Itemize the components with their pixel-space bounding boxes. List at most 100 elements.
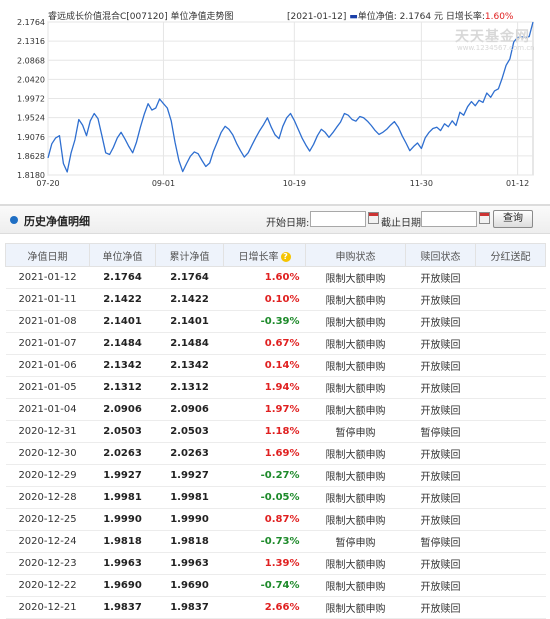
chart-title: 睿远成长价值混合C[007120] 单位净值走势图 bbox=[48, 12, 234, 22]
y-tick-label: 2.1764 bbox=[17, 18, 45, 27]
end-calendar-icon[interactable] bbox=[479, 212, 490, 224]
cell-date: 2020-12-25 bbox=[5, 508, 90, 531]
cell-acc-nav: 2.0503 bbox=[155, 420, 224, 443]
cell-acc-nav: 2.1764 bbox=[155, 266, 224, 289]
cell-daily-growth: 1.97% bbox=[223, 398, 306, 421]
x-tick-label: 01-12 bbox=[506, 179, 529, 188]
cell-date: 2021-01-06 bbox=[5, 354, 90, 377]
cell-daily-growth: 0.14% bbox=[223, 354, 306, 377]
cell-date: 2021-01-07 bbox=[5, 332, 90, 355]
table-row: 2021-01-12 2.1764 2.1764 1.60% 限制大额申购 开放赎回 bbox=[5, 266, 546, 289]
cell-unit-nav: 1.9690 bbox=[89, 574, 156, 597]
cell-redeem-status: 开放赎回 bbox=[405, 266, 476, 289]
cell-purchase-status: 限制大额申购 bbox=[305, 508, 406, 531]
cell-date: 2021-01-11 bbox=[5, 288, 90, 311]
cell-dividend bbox=[475, 464, 546, 487]
nav-legend-marker: ▬ bbox=[349, 12, 358, 22]
cell-daily-growth: -0.05% bbox=[223, 486, 306, 509]
cell-daily-growth: 2.66% bbox=[223, 596, 306, 619]
cell-dividend bbox=[475, 288, 546, 311]
header-unit-nav: 单位净值 bbox=[89, 243, 156, 267]
section-bullet-icon bbox=[10, 216, 18, 224]
cell-date: 2021-01-05 bbox=[5, 376, 90, 399]
cell-acc-nav: 1.9990 bbox=[155, 508, 224, 531]
site-watermark-url: www.1234567.com.cn bbox=[457, 44, 535, 52]
cell-acc-nav: 1.9818 bbox=[155, 530, 224, 553]
chart-info-growth-value: 1.60% bbox=[484, 12, 514, 22]
cell-unit-nav: 2.1764 bbox=[89, 266, 156, 289]
cell-redeem-status: 开放赎回 bbox=[405, 332, 476, 355]
cell-daily-growth: -0.27% bbox=[223, 464, 306, 487]
cell-purchase-status: 限制大额申购 bbox=[305, 596, 406, 619]
cell-acc-nav: 2.0906 bbox=[155, 398, 224, 421]
cell-acc-nav: 2.1422 bbox=[155, 288, 224, 311]
cell-unit-nav: 2.0263 bbox=[89, 442, 156, 465]
cell-acc-nav: 2.1484 bbox=[155, 332, 224, 355]
y-tick-label: 2.0420 bbox=[17, 75, 45, 84]
header-nav-date: 净值日期 bbox=[5, 243, 90, 267]
chart-info: [2021-01-12] ▬单位净值: 2.1764 元 日增长率:1.60% bbox=[287, 9, 513, 22]
cell-redeem-status: 开放赎回 bbox=[405, 486, 476, 509]
y-tick-label: 1.9972 bbox=[17, 95, 45, 104]
table-row: 2021-01-07 2.1484 2.1484 0.67% 限制大额申购 开放赎回 bbox=[5, 332, 546, 355]
cell-purchase-status: 限制大额申购 bbox=[305, 574, 406, 597]
chart-info-nav: 单位净值: 2.1764 元 bbox=[357, 12, 443, 22]
cell-acc-nav: 2.1342 bbox=[155, 354, 224, 377]
cell-redeem-status: 暂停赎回 bbox=[405, 530, 476, 553]
cell-daily-growth: 1.69% bbox=[223, 442, 306, 465]
start-date-input[interactable] bbox=[310, 211, 366, 227]
cell-unit-nav: 2.0906 bbox=[89, 398, 156, 421]
x-tick-label: 10-19 bbox=[283, 179, 306, 188]
cell-acc-nav: 2.1312 bbox=[155, 376, 224, 399]
cell-dividend bbox=[475, 530, 546, 553]
cell-purchase-status: 限制大额申购 bbox=[305, 288, 406, 311]
cell-purchase-status: 限制大额申购 bbox=[305, 354, 406, 377]
cell-acc-nav: 2.1401 bbox=[155, 310, 224, 333]
cell-acc-nav: 1.9837 bbox=[155, 596, 224, 619]
y-tick-label: 1.9524 bbox=[17, 114, 45, 123]
cell-daily-growth: 1.60% bbox=[223, 266, 306, 289]
cell-acc-nav: 2.0263 bbox=[155, 442, 224, 465]
cell-redeem-status: 开放赎回 bbox=[405, 398, 476, 421]
cell-dividend bbox=[475, 354, 546, 377]
y-tick-label: 1.8628 bbox=[17, 152, 45, 161]
cell-dividend bbox=[475, 596, 546, 619]
table-row: 2021-01-11 2.1422 2.1422 0.10% 限制大额申购 开放赎回 bbox=[5, 288, 546, 311]
y-tick-label: 1.9076 bbox=[17, 133, 45, 142]
x-tick-label: 11-30 bbox=[410, 179, 433, 188]
cell-dividend bbox=[475, 332, 546, 355]
table-row: 2020-12-22 1.9690 1.9690 -0.74% 限制大额申购 开放赎回 bbox=[5, 574, 546, 597]
cell-purchase-status: 限制大额申购 bbox=[305, 442, 406, 465]
cell-unit-nav: 2.1342 bbox=[89, 354, 156, 377]
chart-info-growth-label: 日增长率: bbox=[445, 12, 485, 22]
cell-redeem-status: 开放赎回 bbox=[405, 574, 476, 597]
cell-daily-growth: 1.18% bbox=[223, 420, 306, 443]
nav-trend-chart: 2.1764 2.1316 2.0868 2.0420 1.9972 1.9524 1.90… bbox=[0, 0, 550, 196]
cell-unit-nav: 2.1484 bbox=[89, 332, 156, 355]
cell-redeem-status: 开放赎回 bbox=[405, 596, 476, 619]
help-icon[interactable]: ? bbox=[280, 251, 291, 262]
end-date-input[interactable] bbox=[421, 211, 477, 227]
table-row: 2020-12-23 1.9963 1.9963 1.39% 限制大额申购 开放赎回 bbox=[5, 552, 546, 575]
start-calendar-icon[interactable] bbox=[368, 212, 379, 224]
cell-purchase-status: 暂停申购 bbox=[305, 420, 406, 443]
cell-purchase-status: 限制大额申购 bbox=[305, 398, 406, 421]
end-date-label: 截止日期: bbox=[381, 218, 425, 229]
query-button[interactable]: 查询 bbox=[493, 210, 533, 228]
cell-dividend bbox=[475, 376, 546, 399]
header-daily-growth-label: 日增长率 bbox=[238, 251, 279, 263]
table-header-row: 净值日期 单位净值 累计净值 日增长率? 申购状态 赎回状态 分红送配 bbox=[5, 243, 546, 267]
table-row: 2021-01-04 2.0906 2.0906 1.97% 限制大额申购 开放赎回 bbox=[5, 398, 546, 421]
cell-daily-growth: 1.94% bbox=[223, 376, 306, 399]
table-row: 2021-01-06 2.1342 2.1342 0.14% 限制大额申购 开放赎回 bbox=[5, 354, 546, 377]
cell-dividend bbox=[475, 552, 546, 575]
cell-daily-growth: 0.87% bbox=[223, 508, 306, 531]
y-tick-label: 2.1316 bbox=[17, 37, 45, 46]
table-row: 2020-12-21 1.9837 1.9837 2.66% 限制大额申购 开放赎回 bbox=[5, 596, 546, 619]
cell-redeem-status: 开放赎回 bbox=[405, 310, 476, 333]
cell-redeem-status: 开放赎回 bbox=[405, 376, 476, 399]
cell-date: 2021-01-04 bbox=[5, 398, 90, 421]
table-row: 2020-12-24 1.9818 1.9818 -0.73% 暂停申购 暂停赎回 bbox=[5, 530, 546, 553]
cell-dividend bbox=[475, 420, 546, 443]
cell-redeem-status: 开放赎回 bbox=[405, 508, 476, 531]
